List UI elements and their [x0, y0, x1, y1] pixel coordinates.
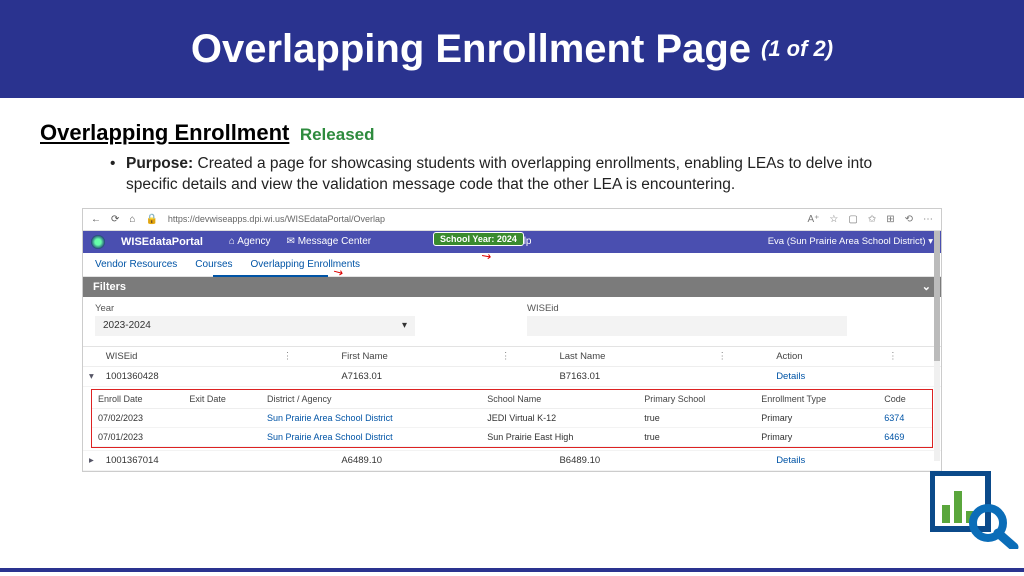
released-badge: Released [300, 125, 375, 144]
col-type: Enrollment Type [755, 390, 878, 409]
district-link[interactable]: Sun Prairie Area School District [261, 427, 481, 446]
sync-icon[interactable]: ⟲ [905, 214, 913, 225]
col-last: Last Name [553, 347, 711, 367]
details-link[interactable]: Details [770, 366, 882, 386]
favorites-icon[interactable]: ✩ [868, 214, 876, 225]
enrollment-detail-panel: Enroll Date Exit Date District / Agency … [91, 389, 933, 448]
wiseid-label: WISEid [527, 303, 929, 314]
more-icon[interactable]: ⋯ [923, 214, 933, 225]
tab-overlapping-enrollments[interactable]: Overlapping Enrollments [251, 259, 361, 270]
url-text: https://devwiseapps.dpi.wi.us/WISEdataPo… [168, 214, 798, 224]
app-screenshot: ← ⟳ ⌂ 🔒 https://devwiseapps.dpi.wi.us/WI… [82, 208, 942, 472]
details-link[interactable]: Details [770, 450, 882, 470]
tab-vendor-resources[interactable]: Vendor Resources [95, 259, 177, 270]
filters-body: Year 2023-2024▾ WISEid [83, 297, 941, 347]
section-heading: Overlapping Enrollment [40, 120, 289, 145]
back-icon[interactable]: ← [91, 214, 101, 225]
year-select[interactable]: 2023-2024▾ [95, 316, 415, 336]
col-menu-icon[interactable]: ⋮ [277, 347, 336, 367]
subtab-bar: Vendor Resources Courses Overlapping Enr… [83, 253, 941, 277]
col-district: District / Agency [261, 390, 481, 409]
filters-header[interactable]: Filters ⌄ [83, 277, 941, 297]
dropdown-icon: ▾ [402, 320, 407, 331]
year-label: Year [95, 303, 497, 314]
detail-row: 07/01/2023 Sun Prairie Area School Distr… [92, 427, 932, 446]
tab-courses[interactable]: Courses [195, 259, 232, 270]
col-school: School Name [481, 390, 638, 409]
refresh-icon[interactable]: ⟳ [111, 214, 119, 225]
purpose-bullet: Purpose: Created a page for showcasing s… [110, 154, 910, 196]
purpose-label: Purpose: [126, 155, 193, 172]
nav-message[interactable]: ✉ Message Center [287, 236, 372, 247]
district-link[interactable]: Sun Prairie Area School District [261, 408, 481, 427]
slide-title: Overlapping Enrollment Page [191, 27, 751, 72]
scrollbar[interactable] [934, 231, 940, 461]
col-primary: Primary School [638, 390, 755, 409]
nav-agency[interactable]: ⌂ Agency [229, 236, 271, 247]
user-menu[interactable]: Eva (Sun Prairie Area School District) ▾ [768, 236, 933, 247]
col-action: Action [770, 347, 882, 367]
brand-chart-icon [930, 471, 1020, 554]
home-icon[interactable]: ⌂ [129, 214, 135, 225]
col-menu-icon[interactable]: ⋮ [495, 347, 554, 367]
portal-logo-icon [91, 235, 105, 249]
col-enroll-date: Enroll Date [92, 390, 183, 409]
chevron-down-icon: ⌄ [922, 280, 931, 293]
slide-subtitle: (1 of 2) [761, 36, 833, 62]
read-icon[interactable]: A⁺ [807, 214, 819, 225]
col-menu-icon[interactable]: ⋮ [712, 347, 771, 367]
col-code: Code [878, 390, 932, 409]
extension-icon[interactable]: ⊞ [886, 214, 894, 225]
school-year-badge: School Year: 2024 [433, 232, 524, 246]
portal-name: WISEdataPortal [121, 236, 203, 248]
col-first: First Name [335, 347, 494, 367]
portal-navbar: WISEdataPortal ⌂ Agency ✉ Message Center… [83, 231, 941, 253]
col-exit-date: Exit Date [183, 390, 261, 409]
expand-icon[interactable]: ▸ [83, 450, 100, 470]
detail-row: 07/02/2023 Sun Prairie Area School Distr… [92, 408, 932, 427]
code-link[interactable]: 6469 [878, 427, 932, 446]
slide-header: Overlapping Enrollment Page (1 of 2) [0, 0, 1024, 98]
code-link[interactable]: 6374 [878, 408, 932, 427]
browser-toolbar: ← ⟳ ⌂ 🔒 https://devwiseapps.dpi.wi.us/WI… [83, 209, 941, 231]
purpose-text: Created a page for showcasing students w… [126, 155, 872, 193]
col-menu-icon[interactable]: ⋮ [882, 347, 941, 367]
col-wiseid: WISEid [100, 347, 277, 367]
filters-label: Filters [93, 281, 126, 293]
expand-icon[interactable]: ▾ [83, 366, 100, 386]
table-row: ▾ 1001360428 A7163.01 B7163.01 Details [83, 366, 941, 386]
table-row: ▸ 1001367014 A6489.10 B6489.10 Details [83, 450, 941, 470]
results-table: WISEid⋮ First Name⋮ Last Name⋮ Action⋮ ▾… [83, 347, 941, 471]
collection-icon[interactable]: ▢ [848, 214, 857, 225]
star-icon[interactable]: ☆ [829, 214, 838, 225]
lock-icon: 🔒 [145, 214, 157, 225]
footer-accent [0, 568, 1024, 572]
wiseid-input[interactable] [527, 316, 847, 336]
